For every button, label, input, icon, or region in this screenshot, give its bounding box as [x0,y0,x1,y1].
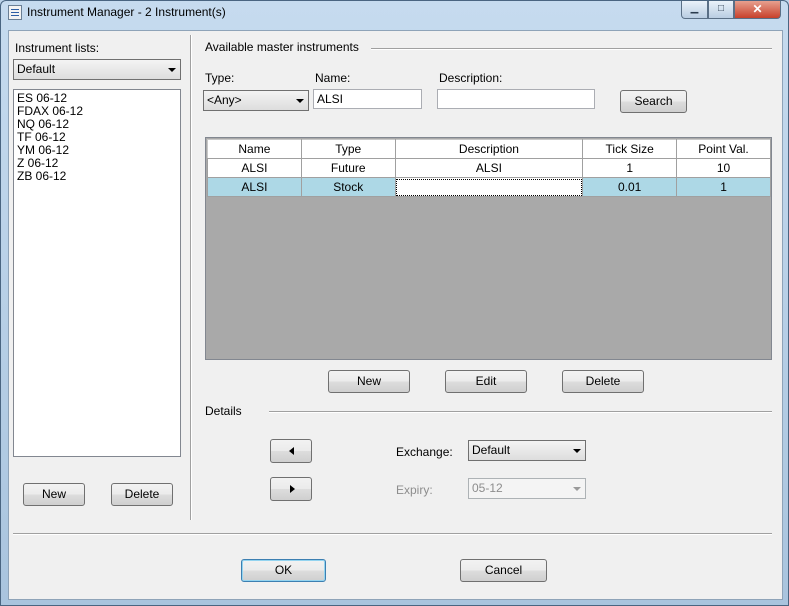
details-heading: Details [205,404,242,418]
triangle-right-icon [290,485,295,493]
exchange-label: Exchange: [396,445,453,459]
instrument-list-item[interactable]: ZB 06-12 [14,170,180,183]
type-value: <Any> [207,93,242,107]
table-row[interactable]: ALSI Future ALSI 1 10 [207,158,771,178]
details-heading-rule [269,411,772,413]
list-new-button[interactable]: New [23,483,85,506]
master-instruments-grid[interactable]: Name Type Description Tick Size Point Val. A… [205,137,772,360]
chevron-down-icon [168,68,176,72]
add-to-list-button[interactable] [270,439,312,463]
maximize-button[interactable]: □ [708,1,734,19]
chevron-down-icon [573,449,581,453]
triangle-left-icon [289,447,294,455]
remove-from-list-button[interactable] [270,477,312,501]
instrument-list-dropdown[interactable]: Default [13,59,181,80]
chevron-down-icon [573,487,581,491]
column-header[interactable]: Tick Size [582,139,678,159]
name-label: Name: [315,71,351,85]
dialog-body: Instrument lists: Default ES 06-12 FDAX 0… [8,30,783,600]
table-cell[interactable]: ALSI [394,158,584,178]
window-title: Instrument Manager - 2 Instrument(s) [27,5,226,19]
table-cell[interactable]: 0.01 [582,177,678,197]
table-cell[interactable]: 1 [582,158,678,178]
table-cell[interactable] [394,177,584,197]
exchange-dropdown[interactable]: Default [468,440,586,461]
list-delete-button[interactable]: Delete [111,483,173,506]
type-dropdown[interactable]: <Any> [203,90,309,111]
type-label: Type: [205,71,235,85]
column-header[interactable]: Description [394,139,584,159]
description-field[interactable] [437,89,595,109]
panel-divider [190,35,192,520]
master-instruments-heading: Available master instruments [205,40,359,54]
instrument-delete-button[interactable]: Delete [562,370,644,393]
instrument-lists-label: Instrument lists: [15,41,100,55]
footer-rule [13,533,772,535]
master-heading-rule [371,48,772,50]
expiry-label: Expiry: [396,483,433,497]
table-cell[interactable]: Future [300,158,396,178]
instrument-list-value: Default [17,62,56,76]
table-cell[interactable]: Stock [300,177,396,197]
ok-button[interactable]: OK [241,559,326,582]
description-label: Description: [439,71,503,85]
column-header[interactable]: Point Val. [676,139,771,159]
instrument-manager-window: Instrument Manager - 2 Instrument(s) ▁ □… [0,0,789,606]
instrument-new-button[interactable]: New [328,370,410,393]
chevron-down-icon [296,99,304,103]
expiry-value: 05-12 [472,481,503,495]
close-button[interactable]: ✕ [734,1,781,19]
column-header[interactable]: Name [207,139,302,159]
search-button[interactable]: Search [620,90,687,113]
column-header[interactable]: Type [300,139,396,159]
table-cell[interactable]: ALSI [207,158,302,178]
minimize-button[interactable]: ▁ [681,1,708,19]
instrument-listbox[interactable]: ES 06-12 FDAX 06-12 NQ 06-12 TF 06-12 YM 06-… [13,89,181,457]
title-bar[interactable]: Instrument Manager - 2 Instrument(s) ▁ □… [1,1,788,25]
table-cell[interactable]: 1 [676,177,771,197]
instrument-edit-button[interactable]: Edit [445,370,527,393]
name-field[interactable]: ALSI [313,89,422,109]
master-instruments-table: Name Type Description Tick Size Point Val. A… [207,139,771,197]
instrument-manager-icon [8,5,22,20]
exchange-value: Default [472,443,511,457]
table-row[interactable]: ALSI Stock 0.01 1 [207,177,771,197]
expiry-dropdown[interactable]: 05-12 [468,478,586,499]
cancel-button[interactable]: Cancel [460,559,547,582]
table-cell[interactable]: 10 [676,158,771,178]
table-cell[interactable]: ALSI [207,177,302,197]
